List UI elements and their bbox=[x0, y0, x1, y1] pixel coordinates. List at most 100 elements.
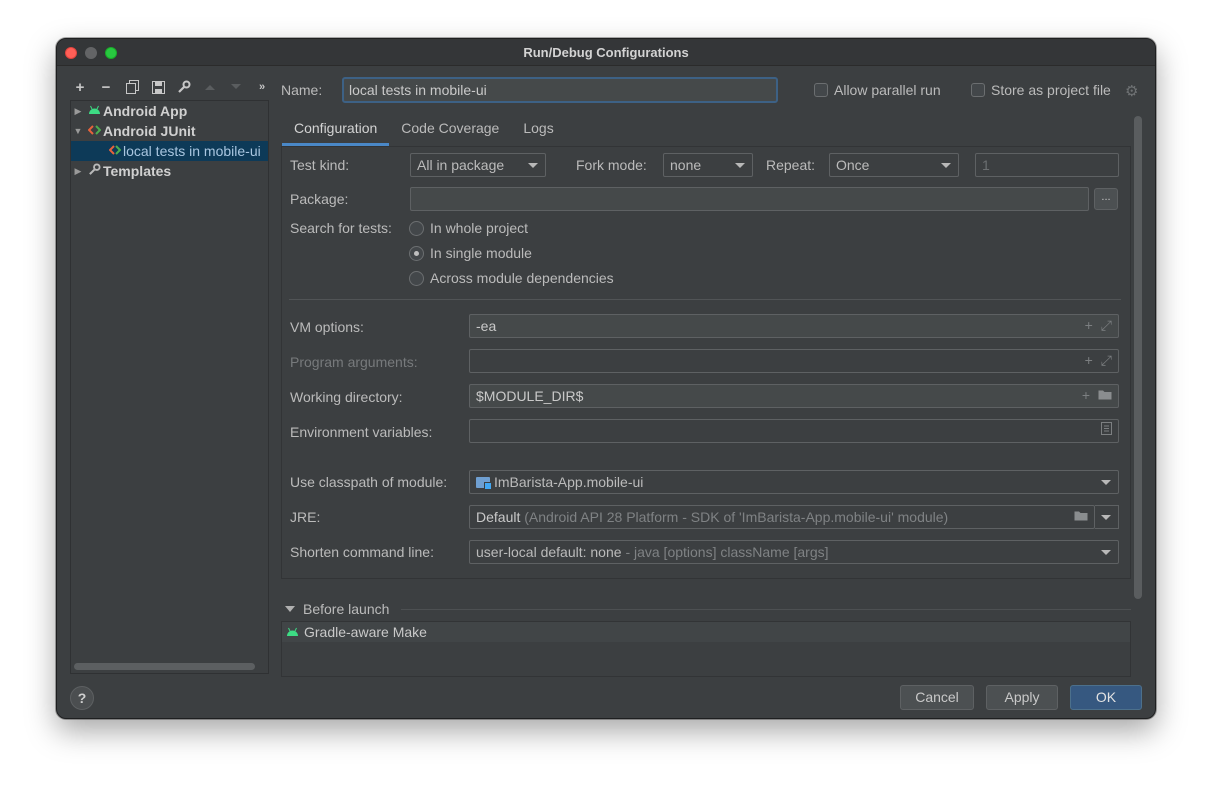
program-arguments-input[interactable]: + ⤢ bbox=[469, 349, 1119, 373]
test-kind-label: Test kind: bbox=[290, 157, 350, 173]
wrench-icon[interactable] bbox=[173, 76, 195, 98]
browse-package-button[interactable]: ... bbox=[1094, 188, 1118, 210]
expand-arrow-icon[interactable]: ▶ bbox=[71, 106, 85, 117]
radio-across-dependencies-label: Across module dependencies bbox=[430, 270, 614, 286]
radio-whole-project-label: In whole project bbox=[430, 220, 529, 236]
module-icon bbox=[476, 477, 492, 490]
radio-single-module-label: In single module bbox=[430, 245, 532, 261]
title-bar: Run/Debug Configurations bbox=[57, 39, 1155, 66]
package-label: Package: bbox=[290, 191, 349, 207]
jre-detail: (Android API 28 Platform - SDK of 'ImBar… bbox=[524, 509, 949, 525]
save-icon[interactable] bbox=[147, 76, 169, 98]
test-kind-select[interactable]: All in package bbox=[410, 153, 546, 177]
fork-mode-value: none bbox=[670, 157, 702, 173]
chevron-down-icon bbox=[1101, 550, 1111, 555]
tree-horizontal-scrollbar[interactable] bbox=[74, 663, 255, 670]
before-launch-item-label: Gradle-aware Make bbox=[304, 624, 427, 640]
tab-code-coverage[interactable]: Code Coverage bbox=[389, 116, 511, 146]
chevron-down-icon bbox=[1101, 480, 1111, 485]
shorten-command-value: user-local default: none bbox=[476, 544, 622, 560]
apply-button[interactable]: Apply bbox=[986, 685, 1058, 710]
folder-icon[interactable] bbox=[1098, 387, 1112, 403]
tab-logs[interactable]: Logs bbox=[511, 116, 565, 146]
arrow-up-icon[interactable] bbox=[199, 76, 221, 98]
collapse-arrow-icon[interactable]: ▼ bbox=[71, 126, 85, 136]
name-label: Name: bbox=[281, 82, 323, 98]
tree-item-label: Android App bbox=[103, 103, 188, 119]
arrow-down-icon[interactable] bbox=[225, 76, 247, 98]
jre-label: JRE: bbox=[290, 509, 321, 525]
cancel-button[interactable]: Cancel bbox=[900, 685, 974, 710]
android-icon bbox=[286, 624, 299, 640]
working-directory-input[interactable]: $MODULE_DIR$ + bbox=[469, 384, 1119, 408]
panel-vertical-scrollbar[interactable] bbox=[1134, 116, 1142, 599]
allow-parallel-label: Allow parallel run bbox=[834, 82, 941, 98]
config-toolbar: + − » bbox=[69, 76, 273, 98]
chevron-down-icon bbox=[528, 163, 538, 168]
document-icon[interactable] bbox=[1101, 422, 1112, 438]
environment-variables-input[interactable] bbox=[469, 419, 1119, 443]
chevron-down-icon bbox=[735, 163, 745, 168]
add-macro-icon[interactable]: + bbox=[1085, 352, 1093, 369]
radio-single-module[interactable] bbox=[409, 246, 424, 261]
tree-item-templates[interactable]: ▶ Templates bbox=[71, 161, 268, 181]
chevron-down-icon bbox=[1101, 515, 1111, 520]
repeat-count-input[interactable]: 1 bbox=[975, 153, 1119, 177]
jre-value: Default bbox=[476, 509, 521, 525]
help-button[interactable]: ? bbox=[70, 686, 94, 710]
run-debug-dialog: Run/Debug Configurations + − » ▶ Android… bbox=[56, 38, 1156, 719]
tree-item-label: Templates bbox=[103, 163, 172, 179]
expand-icon[interactable]: ⤢ bbox=[1101, 352, 1112, 369]
working-directory-label: Working directory: bbox=[290, 389, 403, 405]
expand-arrow-icon[interactable]: ▶ bbox=[71, 166, 85, 177]
add-macro-icon[interactable]: + bbox=[1085, 317, 1093, 334]
before-launch-divider bbox=[401, 609, 1131, 610]
junit-icon bbox=[107, 144, 123, 158]
chevron-down-icon bbox=[941, 163, 951, 168]
jre-input[interactable]: Default (Android API 28 Platform - SDK o… bbox=[469, 505, 1095, 529]
section-divider bbox=[289, 299, 1121, 300]
name-input[interactable]: local tests in mobile-ui bbox=[342, 77, 778, 103]
vm-options-input[interactable]: -ea + ⤢ bbox=[469, 314, 1119, 338]
gear-icon[interactable]: ⚙ bbox=[1125, 82, 1138, 100]
configuration-tree: ▶ Android App ▼ Android JUnit local test… bbox=[70, 100, 269, 674]
before-launch-header[interactable]: Before launch bbox=[285, 601, 389, 617]
repeat-label: Repeat: bbox=[766, 157, 816, 173]
store-project-label: Store as project file bbox=[991, 82, 1111, 98]
program-arguments-label: Program arguments: bbox=[290, 354, 418, 370]
minus-icon[interactable]: − bbox=[95, 76, 117, 98]
ok-button[interactable]: OK bbox=[1070, 685, 1142, 710]
search-for-tests-label: Search for tests: bbox=[290, 220, 392, 236]
tab-configuration[interactable]: Configuration bbox=[282, 116, 390, 146]
shorten-command-select[interactable]: user-local default: none - java [options… bbox=[469, 540, 1119, 564]
before-launch-list: Gradle-aware Make bbox=[281, 621, 1131, 677]
add-macro-icon[interactable]: + bbox=[1082, 387, 1090, 403]
classpath-module-value: ImBarista-App.mobile-ui bbox=[494, 474, 644, 490]
allow-parallel-checkbox[interactable] bbox=[814, 83, 828, 97]
classpath-module-label: Use classpath of module: bbox=[290, 474, 448, 490]
repeat-select[interactable]: Once bbox=[829, 153, 959, 177]
before-launch-title: Before launch bbox=[303, 601, 390, 617]
tree-item-label: local tests in mobile-ui bbox=[123, 143, 261, 159]
copy-icon[interactable] bbox=[121, 76, 143, 98]
tree-item-local-tests[interactable]: local tests in mobile-ui bbox=[71, 141, 268, 161]
tree-item-label: Android JUnit bbox=[103, 123, 196, 139]
fork-mode-select[interactable]: none bbox=[663, 153, 753, 177]
collapse-arrow-icon bbox=[285, 606, 295, 612]
package-input[interactable] bbox=[410, 187, 1089, 211]
classpath-module-select[interactable]: ImBarista-App.mobile-ui bbox=[469, 470, 1119, 494]
jre-dropdown-button[interactable] bbox=[1095, 505, 1119, 529]
plus-icon[interactable]: + bbox=[69, 76, 91, 98]
store-project-checkbox[interactable] bbox=[971, 83, 985, 97]
tree-item-android-app[interactable]: ▶ Android App bbox=[71, 101, 268, 121]
radio-whole-project[interactable] bbox=[409, 221, 424, 236]
list-item[interactable]: Gradle-aware Make bbox=[282, 622, 1130, 642]
radio-across-dependencies[interactable] bbox=[409, 271, 424, 286]
shorten-command-detail: - java [options] className [args] bbox=[625, 544, 829, 560]
android-icon bbox=[85, 104, 103, 118]
more-icon[interactable]: » bbox=[251, 76, 273, 98]
expand-icon[interactable]: ⤢ bbox=[1101, 317, 1112, 334]
folder-icon[interactable] bbox=[1074, 508, 1088, 524]
wrench-icon bbox=[85, 163, 103, 179]
tree-item-android-junit[interactable]: ▼ Android JUnit bbox=[71, 121, 268, 141]
